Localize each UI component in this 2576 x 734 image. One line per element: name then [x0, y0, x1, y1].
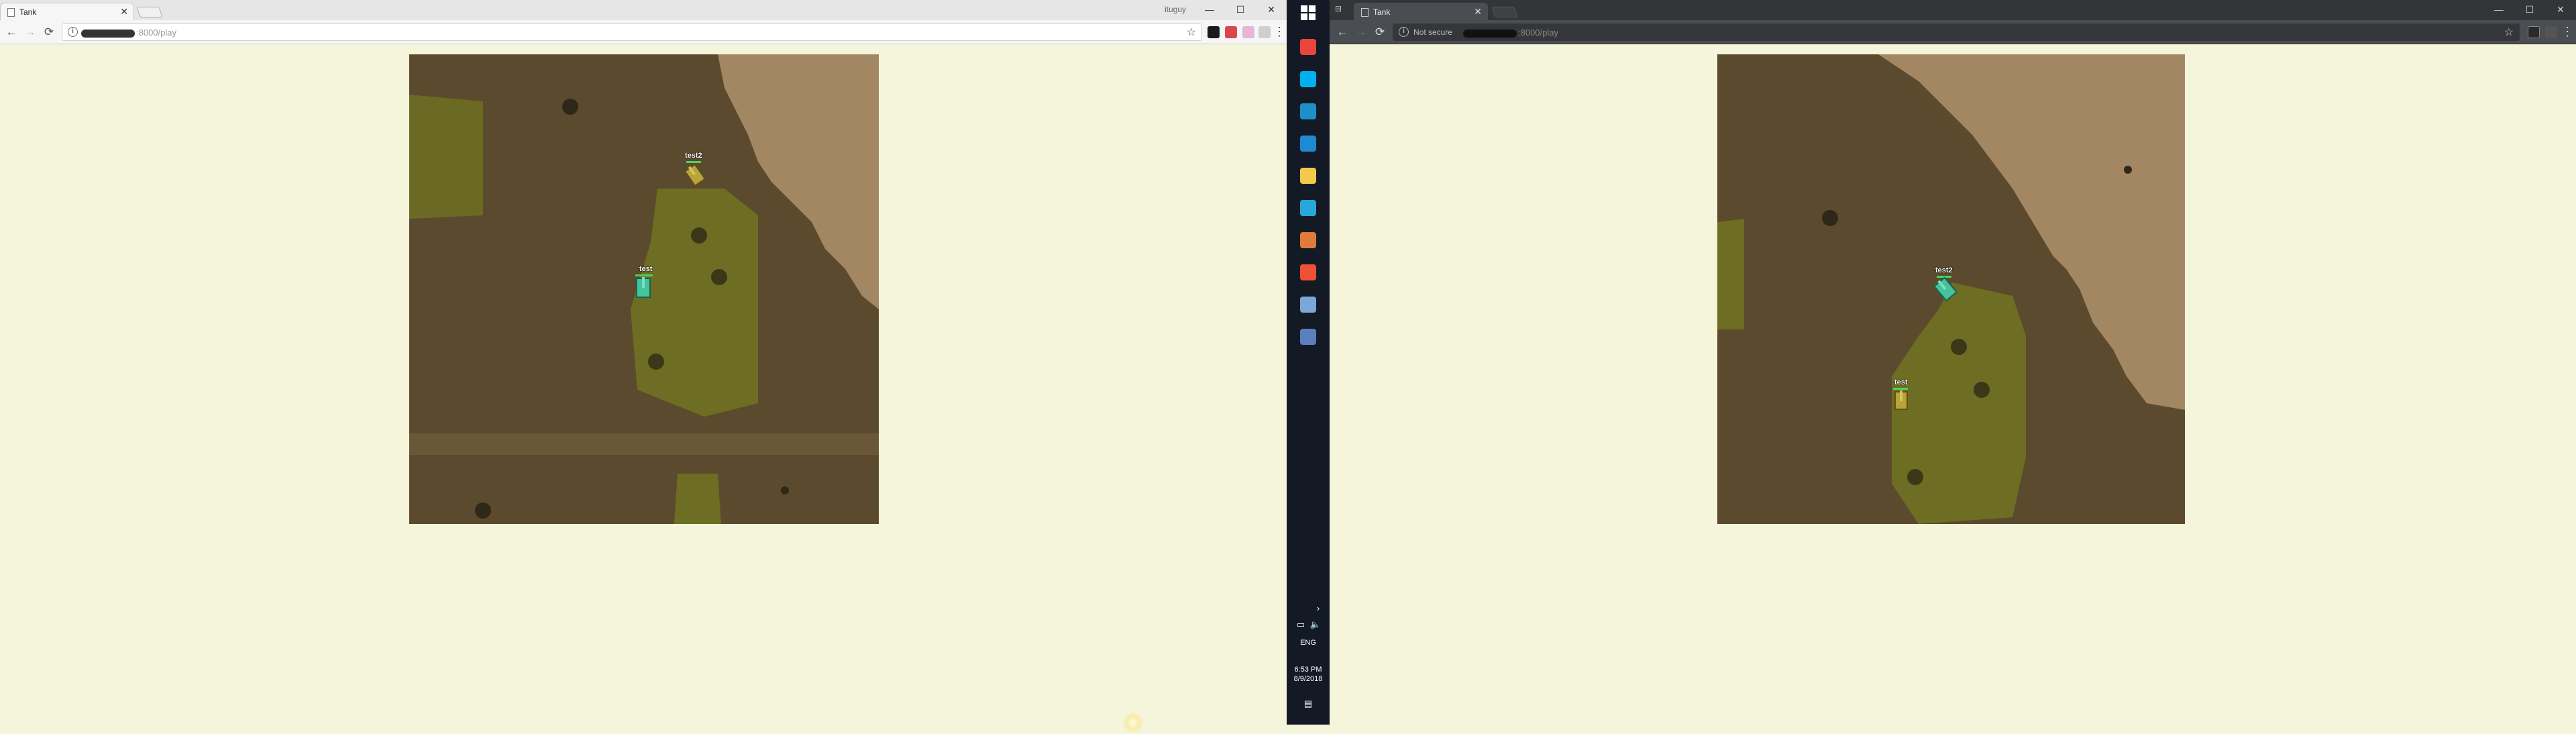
toolbar: ← → ⟳ i Not secure :8000/play ☆ ⋮ [1330, 20, 2576, 44]
tank-test: test [1892, 378, 1911, 410]
tank-test: test [634, 265, 653, 298]
address-url: :8000/play [1463, 28, 1558, 38]
minimize-button[interactable]: — [1194, 0, 1225, 19]
tank-label: test [1894, 378, 1908, 386]
windows-taskbar: › ▭ 🔈 ENG 6:53 PM 8/9/2018 ▤ [1287, 0, 1330, 725]
show-hidden-icons-chevron[interactable]: › [1312, 602, 1324, 615]
windows-start-icon[interactable] [1301, 5, 1316, 20]
back-button[interactable]: ← [4, 25, 19, 40]
reload-button[interactable]: ⟳ [1373, 25, 1387, 40]
taskbar-chrome-icon[interactable] [1300, 39, 1316, 55]
new-tab-button[interactable] [1491, 7, 1518, 17]
redacted-host [81, 29, 135, 38]
tank-label: test2 [685, 152, 702, 160]
tank-sprite [1894, 390, 1908, 410]
back-button[interactable]: ← [1335, 25, 1350, 40]
tab-title: Tank [19, 7, 37, 17]
game-canvas[interactable]: test2 test [409, 54, 879, 524]
page-icon [7, 8, 15, 17]
info-icon[interactable]: i [68, 27, 78, 37]
taskbar-calculator-icon[interactable] [1300, 329, 1316, 345]
tab-tank[interactable]: Tank ✕ [0, 3, 134, 20]
tank-health-bar [635, 274, 653, 276]
reload-button[interactable]: ⟳ [42, 25, 56, 40]
redacted-host [1463, 29, 1517, 38]
tank-sprite [636, 277, 651, 298]
extension-icon-pink[interactable] [1242, 26, 1254, 38]
info-icon[interactable]: i [1399, 27, 1409, 37]
tab-title: Tank [1373, 7, 1391, 17]
tank-label: test [639, 265, 653, 273]
taskbar-store-icon[interactable] [1300, 103, 1316, 119]
tank-test2: test2 [684, 152, 706, 187]
bookmark-star-icon[interactable]: ☆ [2504, 25, 2514, 39]
address-url: :8000/play [81, 28, 176, 38]
new-tab-button[interactable] [136, 7, 163, 17]
taskbar-media-player-icon[interactable] [1300, 232, 1316, 248]
volume-icon[interactable]: 🔈 [1309, 619, 1322, 631]
maximize-button[interactable]: ☐ [1225, 0, 1256, 19]
maximize-button[interactable]: ☐ [2514, 0, 2545, 19]
close-window-button[interactable]: ✕ [2545, 0, 2576, 19]
tab-tank[interactable]: Tank ✕ [1354, 3, 1488, 20]
taskbar-vscode-icon[interactable] [1300, 136, 1316, 152]
extension-icon-dark[interactable] [1208, 26, 1220, 38]
minimize-button[interactable]: — [2483, 0, 2514, 19]
bookmark-star-icon[interactable]: ☆ [1187, 25, 1196, 39]
clock-time[interactable]: 6:53 PM [1287, 666, 1330, 674]
browser-menu-icon[interactable]: ⋮ [2561, 24, 2573, 39]
action-center-icon[interactable]: ▤ [1302, 698, 1314, 710]
taskbar-file-explorer-icon[interactable] [1300, 168, 1316, 184]
network-icon[interactable]: ▭ [1295, 619, 1307, 631]
game-canvas[interactable]: test2 test [1717, 54, 2185, 524]
taskbar-photos-icon[interactable] [1300, 297, 1316, 313]
taskbar-git-client-icon[interactable] [1300, 264, 1316, 280]
language-indicator[interactable]: ENG [1287, 639, 1330, 647]
forward-button[interactable]: → [23, 25, 38, 40]
extension-icon-gray[interactable] [1258, 26, 1271, 38]
close-tab-icon[interactable]: ✕ [1474, 6, 1482, 17]
close-window-button[interactable]: ✕ [1256, 0, 1287, 19]
security-status: Not secure [1413, 28, 1453, 37]
tab-strip: Tank ✕ ituguy — ☐ ✕ [0, 0, 1287, 20]
taskbar-skype-icon[interactable] [1300, 71, 1316, 87]
page-icon [1361, 8, 1368, 17]
tab-strip: ⊟ Tank ✕ — ☐ ✕ [1330, 0, 2576, 20]
browser-window-left: Tank ✕ ituguy — ☐ ✕ ← → ⟳ i :8000/play ☆… [0, 0, 1287, 725]
clock-date[interactable]: 8/9/2018 [1287, 675, 1330, 683]
mouse-cursor-highlight [1122, 711, 1144, 734]
extension-icon[interactable] [2528, 26, 2540, 38]
taskbar-browser-blue-icon[interactable] [1300, 200, 1316, 216]
close-tab-icon[interactable]: ✕ [120, 6, 128, 17]
address-bar[interactable]: i :8000/play ☆ [62, 23, 1202, 41]
address-bar[interactable]: i Not secure :8000/play ☆ [1393, 23, 2520, 41]
browser-menu-icon[interactable]: ⋮ [1273, 24, 1285, 39]
browser-window-right: ⊟ Tank ✕ — ☐ ✕ ← → ⟳ i Not secure :8000/… [1330, 0, 2576, 725]
window-menu-icon[interactable]: ⊟ [1335, 4, 1344, 13]
tank-test2: test2 [1933, 266, 1958, 302]
forward-button[interactable]: → [1354, 25, 1368, 40]
profile-badge[interactable]: ituguy [1165, 5, 1186, 14]
extension-icon-gray[interactable] [2545, 26, 2557, 38]
toolbar: ← → ⟳ i :8000/play ☆ ⋮ [0, 20, 1287, 44]
tank-label: test2 [1935, 266, 1953, 274]
extension-icon-red[interactable] [1225, 26, 1237, 38]
tank-health-bar [1893, 388, 1908, 390]
